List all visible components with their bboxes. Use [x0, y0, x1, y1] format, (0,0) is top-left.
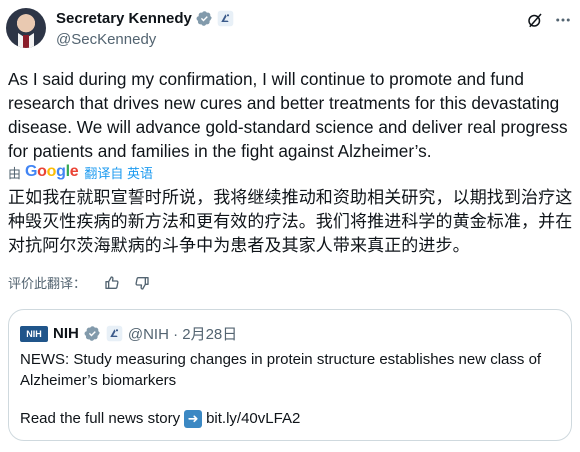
thumbs-up-icon[interactable]: [104, 275, 120, 291]
translated-by-label: 由: [8, 165, 22, 181]
verified-badge-icon[interactable]: [196, 10, 213, 27]
quoted-tweet-header: NIH NIH @NIH · 2月28日: [20, 323, 237, 344]
grok-icon[interactable]: [526, 11, 544, 29]
quoted-tweet[interactable]: NIH NIH @NIH · 2月28日 NEWS: Study measuri…: [8, 309, 572, 441]
avatar-tie: [23, 35, 29, 48]
verified-badge-icon: [84, 326, 100, 341]
right-arrow-emoji-icon: ➜: [184, 409, 203, 428]
quoted-tweet-body: NEWS: Study measuring changes in protein…: [20, 351, 542, 389]
government-badge-icon: [106, 325, 123, 342]
tweet-text: As I said during my confirmation, I will…: [8, 69, 568, 161]
quoted-tweet-link-line: Read the full news story ➜ bit.ly/40vLFA…: [20, 408, 300, 429]
quoted-tweet-meta: @NIH · 2月28日: [127, 326, 238, 343]
more-icon[interactable]: [553, 11, 573, 29]
author-handle[interactable]: @SecKennedy: [56, 31, 156, 48]
author-name[interactable]: Secretary Kennedy: [56, 10, 192, 27]
rate-translation-row: 评价此翻译：: [8, 273, 150, 292]
quoted-author-name[interactable]: NIH: [53, 325, 79, 342]
quoted-link-prefix: Read the full news story: [20, 410, 181, 427]
google-logo: Google: [25, 163, 79, 180]
tweet-header: Secretary Kennedy @SecKennedy: [6, 6, 574, 52]
avatar[interactable]: [6, 8, 46, 48]
translated-text: 正如我在就职宣誓时所说，我将继续推动和资助相关研究，以期找到治疗这种毁灭性疾病的…: [8, 188, 573, 255]
rate-translation-label: 评价此翻译：: [8, 276, 87, 291]
author-name-row: Secretary Kennedy: [56, 10, 234, 27]
quoted-link[interactable]: bit.ly/40vLFA2: [206, 408, 300, 429]
government-badge-icon[interactable]: [217, 10, 234, 27]
thumbs-down-icon[interactable]: [134, 275, 150, 291]
translation-attribution: 由 Google 翻译自 英语: [8, 163, 153, 181]
nih-avatar[interactable]: NIH: [20, 325, 48, 342]
translated-from-link[interactable]: 翻译自 英语: [84, 163, 153, 182]
